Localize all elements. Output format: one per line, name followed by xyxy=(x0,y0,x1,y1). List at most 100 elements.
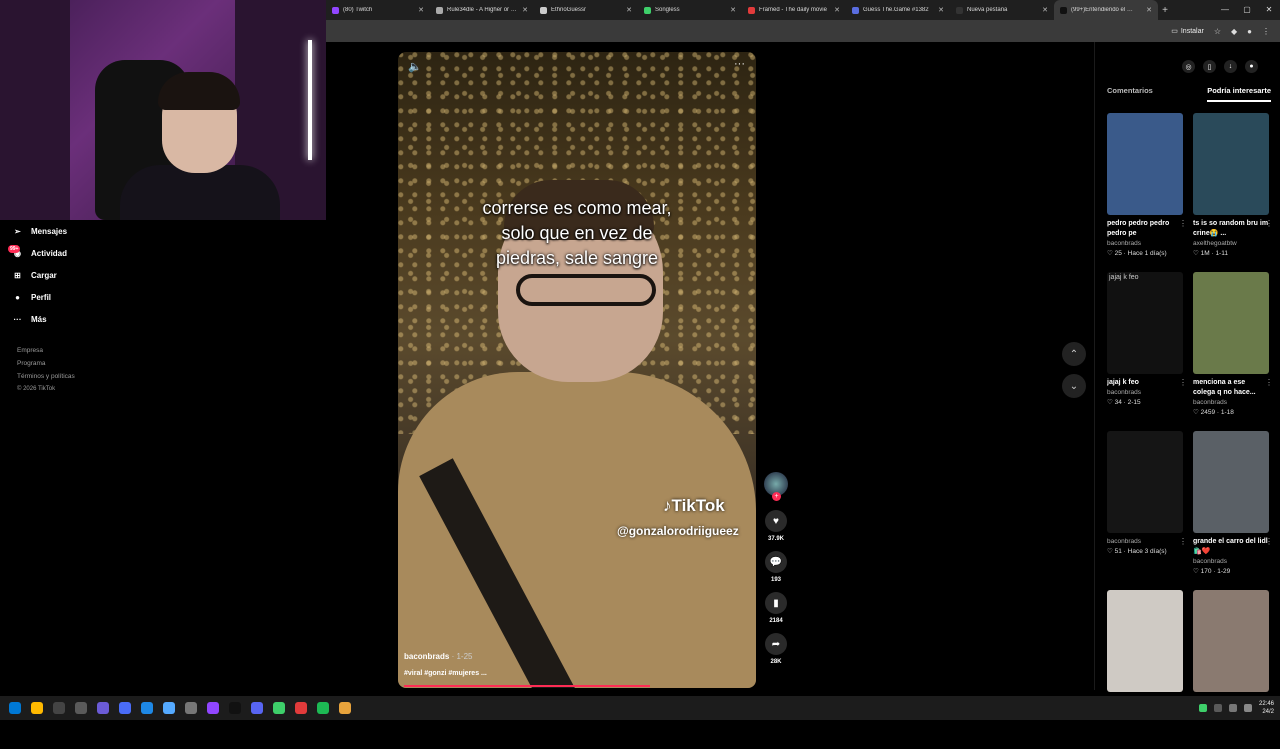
taskbar-app-icon[interactable] xyxy=(158,696,180,720)
compass-icon[interactable]: ◎ xyxy=(1182,60,1195,73)
video-title[interactable]: menciona a ese colega q no hace... xyxy=(1193,378,1269,398)
more-icon[interactable]: ⋮ xyxy=(1179,537,1187,546)
taskbar-app-icon[interactable] xyxy=(290,696,312,720)
video-thumbnail[interactable] xyxy=(1193,113,1269,215)
browser-tab[interactable]: (80) Twitch ✕ xyxy=(326,0,430,20)
video-card[interactable] xyxy=(1193,590,1269,749)
video-card[interactable]: pedro pedro pedro pedro pe baconbrads ♡ 25… xyxy=(1107,113,1187,272)
previous-video-button[interactable]: ⌃ xyxy=(1062,342,1086,366)
close-tab-icon[interactable]: ✕ xyxy=(938,6,944,14)
video-progress-bar[interactable] xyxy=(404,685,650,687)
comment-icon[interactable]: 💬 xyxy=(765,551,787,573)
video-card[interactable]: jajaj k feo jajaj k feo baconbrads ♡ 34 · 2… xyxy=(1107,272,1187,431)
more-icon[interactable]: ⋮ xyxy=(1265,219,1273,228)
video-thumbnail[interactable] xyxy=(1107,113,1183,215)
video-card[interactable] xyxy=(1107,590,1183,749)
close-tab-icon[interactable]: ✕ xyxy=(730,6,736,14)
video-author[interactable]: baconbrads xyxy=(1107,389,1183,396)
browser-tab[interactable]: Nueva pestaña ✕ xyxy=(950,0,1054,20)
more-icon[interactable]: ⋮ xyxy=(1265,378,1273,387)
tray-icon[interactable] xyxy=(1213,704,1222,712)
footer-link-terminos[interactable]: Términos y políticas xyxy=(17,370,120,383)
browser-tab[interactable]: Framed - The daily movie ✕ xyxy=(742,0,846,20)
close-window-icon[interactable]: ✕ xyxy=(1258,0,1280,20)
volume-icon[interactable]: 🔈 xyxy=(408,60,422,73)
extension-icon[interactable]: ◆ xyxy=(1231,27,1237,36)
video-author[interactable]: baconbrads xyxy=(404,652,449,661)
video-card[interactable]: baconbrads ♡ 51 · Hace 3 día(s) ⋮ xyxy=(1107,431,1187,590)
video-thumbnail[interactable]: jajaj k feo xyxy=(1107,272,1183,374)
taskbar-app-icon[interactable] xyxy=(312,696,334,720)
bookmark-icon[interactable]: ▮ xyxy=(765,592,787,614)
taskbar-app-icon[interactable] xyxy=(202,696,224,720)
wifi-icon[interactable] xyxy=(1228,704,1237,712)
profile-icon[interactable]: ● xyxy=(1247,27,1252,36)
video-author[interactable]: baconbrads xyxy=(1193,558,1269,565)
video-thumbnail[interactable] xyxy=(1193,431,1269,533)
share-icon[interactable]: ➦ xyxy=(765,633,787,655)
video-author[interactable]: baconbrads xyxy=(1107,538,1183,545)
video-title[interactable]: grande el carro del lidl🛍️❤️ xyxy=(1193,537,1269,557)
browser-tab[interactable]: (99+)Entendiendo el … ✕ xyxy=(1054,0,1158,20)
close-tab-icon[interactable]: ✕ xyxy=(1146,6,1152,14)
sidebar-item[interactable]: ··· Más xyxy=(0,308,120,330)
taskbar-app-icon[interactable] xyxy=(136,696,158,720)
footer-link-programa[interactable]: Programa xyxy=(17,357,120,370)
video-author[interactable]: baconbrads xyxy=(1107,240,1183,247)
menu-icon[interactable]: ⋮ xyxy=(1262,27,1270,36)
video-author[interactable]: baconbrads xyxy=(1193,399,1269,406)
device-icon[interactable]: ▯ xyxy=(1203,60,1216,73)
video-author[interactable]: axelthegoatbtw xyxy=(1193,240,1269,247)
video-thumbnail[interactable] xyxy=(1193,272,1269,374)
sidebar-item[interactable]: ⊞ Cargar xyxy=(0,264,120,286)
video-thumbnail[interactable] xyxy=(1193,590,1269,692)
sidebar-item[interactable]: ◉ Actividad 99+ xyxy=(0,242,120,264)
browser-tab[interactable]: EthnoGuessr ✕ xyxy=(534,0,638,20)
taskbar-app-icon[interactable] xyxy=(334,696,356,720)
taskbar-app-icon[interactable] xyxy=(114,696,136,720)
install-button[interactable]: ▭ Instalar xyxy=(1171,27,1204,36)
follow-plus-icon[interactable]: + xyxy=(772,492,781,501)
browser-tab[interactable]: Rule34dle - A Higher or Lower ✕ xyxy=(430,0,534,20)
taskbar-app-icon[interactable] xyxy=(26,696,48,720)
volume-tray-icon[interactable] xyxy=(1243,704,1252,712)
taskbar-app-icon[interactable] xyxy=(224,696,246,720)
video-card[interactable]: grande el carro del lidl🛍️❤️ baconbrads ♡ … xyxy=(1193,431,1273,590)
footer-link-empresa[interactable]: Empresa xyxy=(17,344,120,357)
sidebar-item[interactable]: ● Perfil xyxy=(0,286,120,308)
video-card[interactable]: ts is so random bru im crine😭 ... axelthe… xyxy=(1193,113,1273,272)
taskbar-app-icon[interactable] xyxy=(246,696,268,720)
close-tab-icon[interactable]: ✕ xyxy=(626,6,632,14)
close-tab-icon[interactable]: ✕ xyxy=(1042,6,1048,14)
clock[interactable]: 22:46 24/2 xyxy=(1259,700,1274,716)
minimize-icon[interactable]: — xyxy=(1214,0,1236,20)
video-title[interactable]: ts is so random bru im crine😭 ... xyxy=(1193,219,1269,239)
maximize-icon[interactable]: ▢ xyxy=(1236,0,1258,20)
star-icon[interactable]: ☆ xyxy=(1214,27,1221,36)
taskbar-app-icon[interactable] xyxy=(48,696,70,720)
tab-podria-interesarte[interactable]: Podría interesarte xyxy=(1207,86,1271,102)
video-card[interactable]: menciona a ese colega q no hace... baconb… xyxy=(1193,272,1273,431)
more-icon[interactable]: ⋮ xyxy=(1265,537,1273,546)
more-icon[interactable]: ⋮ xyxy=(1179,378,1187,387)
video-hashtags[interactable]: #viral #gonzi #mujeres ... xyxy=(404,670,487,677)
close-tab-icon[interactable]: ✕ xyxy=(418,6,424,14)
video-player[interactable] xyxy=(398,52,756,688)
sidebar-item[interactable]: ➢ Mensajes xyxy=(0,220,120,242)
user-avatar[interactable]: ● xyxy=(1245,60,1258,73)
video-title[interactable]: jajaj k feo xyxy=(1107,378,1183,388)
more-options-icon[interactable]: ··· xyxy=(734,58,745,70)
video-thumbnail[interactable] xyxy=(1107,590,1183,692)
browser-tab[interactable]: Songless ✕ xyxy=(638,0,742,20)
taskbar-app-icon[interactable] xyxy=(92,696,114,720)
taskbar-app-icon[interactable] xyxy=(268,696,290,720)
tray-icon[interactable] xyxy=(1198,704,1207,712)
taskbar-app-icon[interactable] xyxy=(70,696,92,720)
taskbar-app-icon[interactable] xyxy=(180,696,202,720)
author-avatar[interactable]: + xyxy=(764,472,788,501)
next-video-button[interactable]: ⌄ xyxy=(1062,374,1086,398)
tab-comentarios[interactable]: Comentarios xyxy=(1107,86,1153,102)
start-button[interactable] xyxy=(4,696,26,720)
close-tab-icon[interactable]: ✕ xyxy=(522,6,528,14)
video-title[interactable]: pedro pedro pedro pedro pe xyxy=(1107,219,1183,239)
